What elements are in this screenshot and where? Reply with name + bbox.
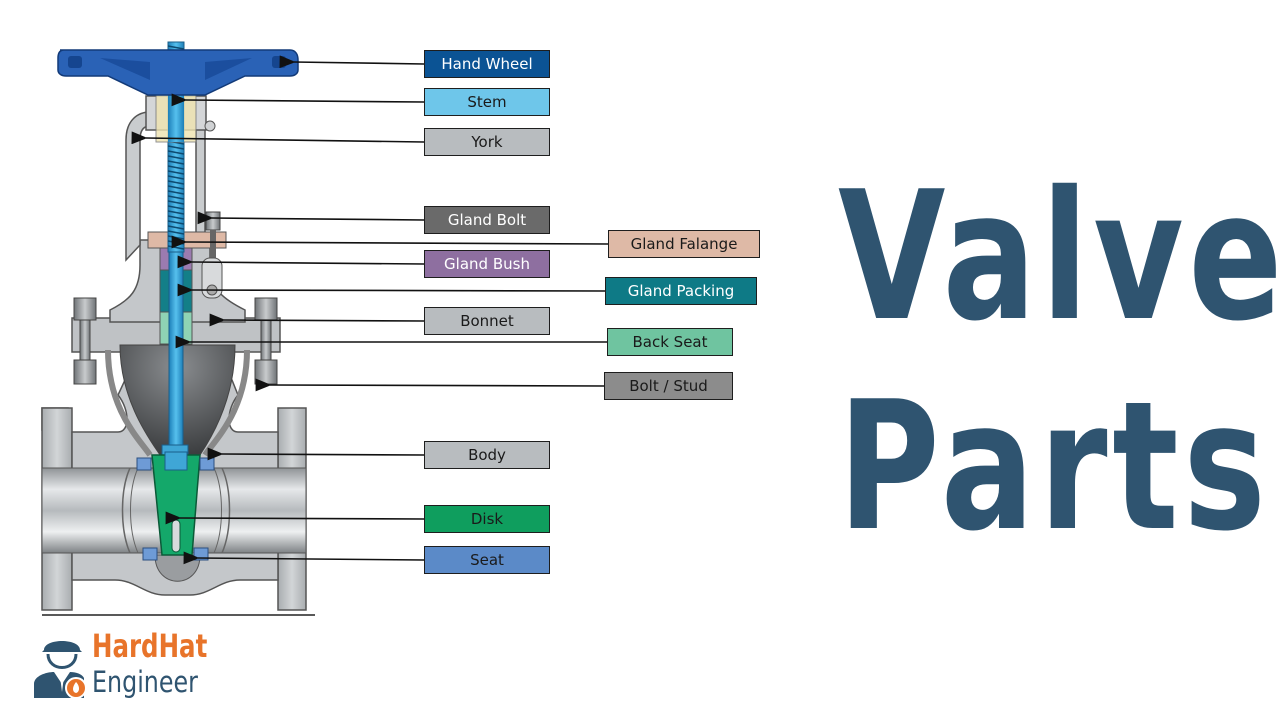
label-seat: Seat [424,546,550,574]
label-bolt-stud: Bolt / Stud [604,372,733,400]
leader-line-gland-bush [177,255,425,269]
logo-engineer-text: Engineer [92,665,198,699]
leader-line-bolt-stud [255,378,605,392]
label-disk: Disk [424,505,550,533]
hand-wheel-part [57,49,299,96]
logo-hardhat-text: HardHat [92,627,208,665]
label-gland-bolt: Gland Bolt [424,206,550,234]
label-back-seat: Back Seat [607,328,733,356]
label-gland-bush: Gland Bush [424,250,550,278]
label-hand-wheel: Hand Wheel [424,50,550,78]
leader-line-gland-falange [171,235,609,249]
leader-line-stem [171,93,425,107]
title-parts: Parts [838,363,1271,570]
engineer-icon [34,641,87,698]
label-gland-falange: Gland Falange [608,230,760,258]
leader-line-body [207,447,425,461]
label-stem: Stem [424,88,550,116]
valve-drawing [41,41,609,616]
leader-line-bonnet [209,313,425,327]
leader-line-disk [165,511,425,525]
title-valve: Valve [838,153,1280,360]
leader-line-gland-bolt [197,211,425,225]
leader-line-hand-wheel [279,55,425,69]
label-gland-packing: Gland Packing [605,277,757,305]
label-york: York [424,128,550,156]
leader-line-gland-packing [177,283,606,297]
valve-diagram: Hand Wheel Stem York Gland Bolt Gland Fa… [0,0,1280,720]
label-body: Body [424,441,550,469]
label-bonnet: Bonnet [424,307,550,335]
